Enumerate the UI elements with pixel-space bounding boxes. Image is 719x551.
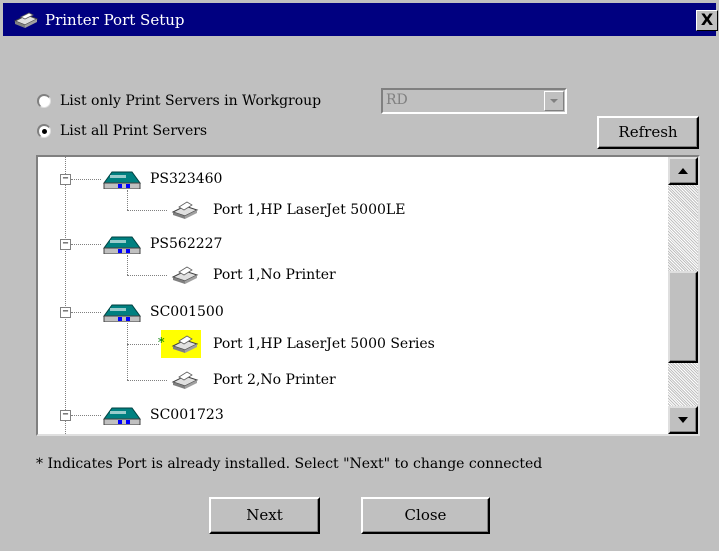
workgroup-select[interactable]: RD (381, 88, 567, 114)
workgroup-radio-option[interactable]: List only Print Servers in Workgroup (37, 91, 321, 111)
server-name: PS323460 (150, 171, 223, 187)
tree-line (71, 179, 101, 180)
scroll-up-icon (678, 168, 688, 174)
title-bar: Printer Port Setup X (3, 3, 718, 36)
scroll-down-button[interactable] (668, 406, 698, 434)
port-label: Port 1,No Printer (213, 267, 336, 283)
port-node[interactable]: Port 1,HP LaserJet 5000LE (171, 199, 405, 221)
printer-port-setup-dialog: Printer Port Setup X List only Print Ser… (0, 0, 719, 551)
port-node-installed[interactable]: * Port 1,HP LaserJet 5000 Series (158, 330, 435, 358)
tree-line (127, 380, 167, 381)
printer-icon (171, 370, 199, 390)
workgroup-select-value: RD (386, 92, 408, 108)
printer-app-icon (13, 12, 39, 28)
collapse-toggle[interactable]: − (60, 410, 71, 421)
workgroup-radio-button[interactable] (37, 94, 51, 108)
print-server-icon (103, 236, 141, 254)
workgroup-radio-label: List only Print Servers in Workgroup (60, 93, 322, 109)
tree-line (127, 255, 128, 275)
print-server-icon (103, 407, 141, 425)
all-servers-radio-option[interactable]: List all Print Servers (37, 121, 207, 141)
server-node[interactable]: SC001500 (100, 301, 224, 323)
tree-line (127, 323, 128, 380)
chevron-down-icon (550, 99, 558, 103)
port-label: Port 1,HP LaserJet 5000LE (213, 202, 406, 218)
tree-line (65, 157, 66, 434)
refresh-button[interactable]: Refresh (597, 116, 699, 149)
scroll-thumb[interactable] (668, 271, 698, 363)
all-servers-radio-button[interactable] (37, 124, 51, 138)
print-server-icon (103, 304, 141, 322)
printer-icon (171, 200, 199, 220)
collapse-toggle[interactable]: − (60, 174, 71, 185)
scroll-down-icon (678, 417, 688, 423)
next-button[interactable]: Next (209, 497, 320, 534)
server-node[interactable]: SC001723 (100, 404, 224, 426)
installed-marker: * (158, 336, 165, 351)
printer-icon: * (158, 330, 201, 358)
tree-line (71, 244, 101, 245)
server-name: PS562227 (150, 236, 223, 252)
close-window-button[interactable]: X (696, 10, 718, 31)
close-icon: X (700, 10, 714, 29)
server-node[interactable]: PS562227 (100, 233, 222, 255)
tree-scrollbar[interactable] (668, 157, 698, 434)
port-node[interactable]: Port 1,No Printer (171, 264, 336, 286)
close-button[interactable]: Close (361, 497, 490, 534)
print-server-icon (103, 171, 141, 189)
workgroup-dropdown-button[interactable] (544, 91, 564, 111)
tree-line (127, 190, 128, 210)
port-label: Port 2,No Printer (213, 372, 336, 388)
tree-line (127, 344, 159, 345)
collapse-toggle[interactable]: − (60, 239, 71, 250)
collapse-toggle[interactable]: − (60, 307, 71, 318)
window-title: Printer Port Setup (45, 11, 185, 29)
port-label: Port 1,HP LaserJet 5000 Series (213, 336, 435, 352)
server-node[interactable]: PS323460 (100, 168, 222, 190)
all-servers-radio-label: List all Print Servers (60, 123, 208, 139)
print-server-tree[interactable]: − PS323460 Port 1,HP LaserJet 5000LE − P… (36, 155, 700, 436)
tree-content: − PS323460 Port 1,HP LaserJet 5000LE − P… (38, 157, 668, 434)
server-name: SC001500 (150, 304, 224, 320)
tree-line (127, 275, 167, 276)
tree-line (71, 312, 101, 313)
printer-icon (171, 265, 199, 285)
tree-line (127, 210, 167, 211)
server-name: SC001723 (150, 407, 224, 423)
installed-note: * Indicates Port is already installed. S… (36, 456, 543, 472)
scroll-up-button[interactable] (668, 157, 698, 185)
tree-line (71, 415, 101, 416)
port-node[interactable]: Port 2,No Printer (171, 369, 336, 391)
